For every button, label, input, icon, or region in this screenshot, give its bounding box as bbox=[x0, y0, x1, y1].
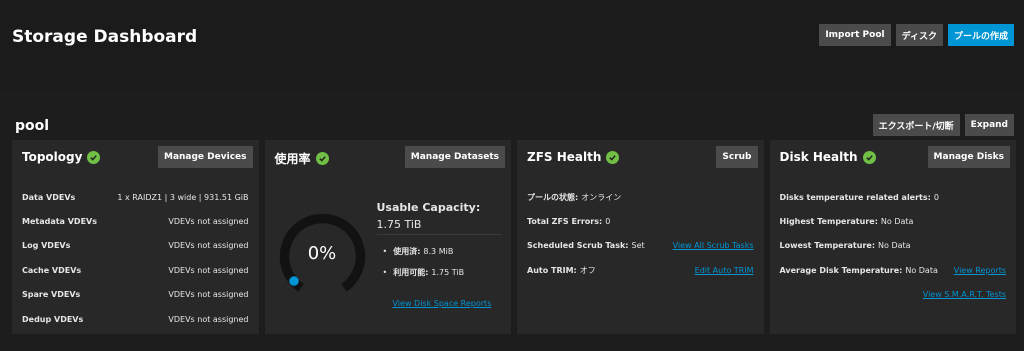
table-row: Metadata VDEVs VDEVs not assigned bbox=[22, 209, 249, 233]
check-circle-icon bbox=[315, 152, 329, 165]
row-value: VDEVs not assigned bbox=[168, 265, 249, 275]
zfs-rows: プールの状態: オンライン Total ZFS Errors: 0 Schedule… bbox=[527, 185, 754, 283]
usage-percent: 0% bbox=[307, 243, 337, 264]
disk-health-rows: Disks temperature related alerts: 0 Highe… bbox=[780, 185, 1007, 307]
usable-capacity: Usable Capacity: 1.75 TiB bbox=[377, 199, 502, 233]
table-row: Total ZFS Errors: 0 bbox=[527, 209, 754, 233]
used-label: 使用済: bbox=[393, 247, 421, 256]
average-temp-value: No Data bbox=[905, 265, 938, 275]
view-reports-link[interactable]: View Reports bbox=[954, 266, 1006, 275]
used-value: 8.3 MiB bbox=[423, 247, 454, 256]
manage-disks-button[interactable]: Manage Disks bbox=[927, 146, 1010, 168]
scrub-button[interactable]: Scrub bbox=[716, 146, 758, 168]
row-value: VDEVs not assigned bbox=[168, 241, 249, 251]
pool-state-value: オンライン bbox=[581, 192, 622, 202]
row-label: Metadata VDEVs bbox=[22, 217, 97, 227]
usage-title: 使用率 bbox=[275, 150, 329, 167]
highest-temp-label: Highest Temperature: bbox=[779, 217, 878, 227]
pool-actions: エクスポート/切断 Expand bbox=[872, 114, 1014, 136]
usage-list: 使用済:8.3 MiB 利用可能:1.75 TiB bbox=[383, 241, 465, 283]
page-header: Storage Dashboard Import Pool ディスク プールの作… bbox=[0, 0, 1024, 90]
pool-cards: Topology Manage Devices Data VDEVs 1 x RA… bbox=[12, 140, 1016, 334]
list-item: 利用可能:1.75 TiB bbox=[383, 262, 465, 283]
temp-alerts-value: 0 bbox=[933, 192, 939, 202]
disk-health-title: Disk Health bbox=[780, 150, 876, 164]
table-row: Log VDEVs VDEVs not assigned bbox=[22, 234, 249, 258]
table-row: Average Disk Temperature: No Data View Re… bbox=[780, 258, 1007, 282]
row-label: Data VDEVs bbox=[22, 192, 76, 202]
edit-auto-trim-link[interactable]: Edit Auto TRIM bbox=[695, 266, 754, 275]
expand-button[interactable]: Expand bbox=[964, 114, 1014, 136]
check-circle-icon bbox=[862, 150, 876, 164]
zfs-errors-value: 0 bbox=[605, 217, 611, 227]
list-item: 使用済:8.3 MiB bbox=[383, 241, 465, 262]
create-pool-button[interactable]: プールの作成 bbox=[947, 24, 1014, 46]
usable-capacity-value: 1.75 TiB bbox=[376, 218, 422, 231]
table-row: Data VDEVs 1 x RAIDZ1 | 3 wide | 931.51 G… bbox=[22, 185, 249, 209]
header-actions: Import Pool ディスク プールの作成 bbox=[819, 24, 1014, 46]
table-row: Disks temperature related alerts: 0 bbox=[780, 185, 1007, 209]
average-temp-label: Average Disk Temperature: bbox=[779, 265, 903, 275]
zfs-health-title: ZFS Health bbox=[527, 150, 620, 164]
available-label: 利用可能: bbox=[393, 268, 429, 277]
page-title: Storage Dashboard bbox=[12, 27, 198, 47]
disk-health-card: Disk Health Manage Disks Disks temperatu… bbox=[769, 140, 1016, 334]
manage-datasets-button[interactable]: Manage Datasets bbox=[404, 146, 505, 168]
view-smart-tests-link[interactable]: View S.M.A.R.T. Tests bbox=[923, 290, 1006, 299]
zfs-health-card: ZFS Health Scrub プールの状態: オンライン Total ZFS … bbox=[517, 140, 764, 334]
row-value: 1 x RAIDZ1 | 3 wide | 931.51 GiB bbox=[117, 192, 249, 202]
row-value: VDEVs not assigned bbox=[168, 290, 249, 300]
table-row: Dedup VDEVs VDEVs not assigned bbox=[22, 307, 249, 331]
topology-rows: Data VDEVs 1 x RAIDZ1 | 3 wide | 931.51 G… bbox=[22, 185, 249, 331]
table-row: View S.M.A.R.T. Tests bbox=[780, 283, 1006, 307]
zfs-health-title-text: ZFS Health bbox=[527, 150, 602, 164]
check-circle-icon bbox=[87, 150, 101, 164]
table-row: プールの状態: オンライン bbox=[527, 185, 754, 209]
disk-health-title-text: Disk Health bbox=[779, 150, 858, 164]
zfs-errors-label: Total ZFS Errors: bbox=[527, 217, 603, 227]
table-row: Cache VDEVs VDEVs not assigned bbox=[22, 258, 249, 282]
lowest-temp-label: Lowest Temperature: bbox=[779, 241, 876, 251]
row-label: Log VDEVs bbox=[22, 241, 71, 251]
view-disk-space-reports-link[interactable]: View Disk Space Reports bbox=[393, 299, 492, 308]
import-pool-button[interactable]: Import Pool bbox=[819, 24, 891, 46]
topology-title: Topology bbox=[22, 150, 101, 164]
table-row: Spare VDEVs VDEVs not assigned bbox=[22, 283, 249, 307]
scrub-task-label: Scheduled Scrub Task: bbox=[527, 241, 629, 251]
lowest-temp-value: No Data bbox=[878, 241, 911, 251]
usage-title-text: 使用率 bbox=[274, 152, 311, 166]
table-row: Auto TRIM: オフ Edit Auto TRIM bbox=[527, 258, 754, 282]
row-label: Dedup VDEVs bbox=[22, 314, 84, 324]
topology-card: Topology Manage Devices Data VDEVs 1 x RA… bbox=[12, 140, 259, 334]
row-label: Spare VDEVs bbox=[22, 290, 81, 300]
disks-button[interactable]: ディスク bbox=[895, 24, 943, 46]
export-disconnect-button[interactable]: エクスポート/切断 bbox=[872, 114, 960, 136]
auto-trim-label: Auto TRIM: bbox=[527, 265, 577, 275]
row-value: VDEVs not assigned bbox=[168, 217, 249, 227]
pool-name: pool bbox=[15, 118, 50, 134]
view-all-scrub-tasks-link[interactable]: View All Scrub Tasks bbox=[673, 241, 754, 250]
table-row: Highest Temperature: No Data bbox=[780, 209, 1007, 233]
table-row: Lowest Temperature: No Data bbox=[780, 234, 1007, 258]
manage-devices-button[interactable]: Manage Devices bbox=[157, 146, 253, 168]
usage-card: 使用率 Manage Datasets 0% Usable Capacity: … bbox=[264, 140, 511, 334]
scrub-task-value: Set bbox=[631, 241, 645, 251]
highest-temp-value: No Data bbox=[880, 217, 914, 227]
row-label: Cache VDEVs bbox=[22, 265, 82, 275]
available-value: 1.75 TiB bbox=[431, 268, 465, 277]
auto-trim-value: オフ bbox=[579, 265, 596, 275]
pool-state-label: プールの状態: bbox=[527, 192, 579, 202]
row-value: VDEVs not assigned bbox=[168, 314, 249, 324]
topology-title-text: Topology bbox=[22, 150, 83, 164]
usable-capacity-label: Usable Capacity: bbox=[376, 201, 481, 214]
table-row: Scheduled Scrub Task: Set View All Scrub … bbox=[527, 234, 754, 258]
temp-alerts-label: Disks temperature related alerts: bbox=[779, 192, 931, 202]
divider bbox=[376, 234, 502, 235]
check-circle-icon bbox=[606, 150, 620, 164]
